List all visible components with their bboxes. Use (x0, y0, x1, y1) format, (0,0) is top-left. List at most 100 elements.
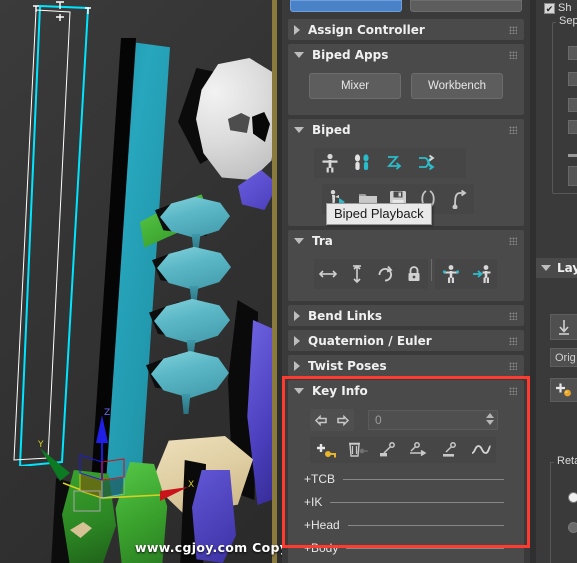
rollout-title: Tra (312, 233, 333, 248)
subrollout-ik[interactable]: +IK (304, 492, 516, 512)
chevron-down-icon (541, 265, 551, 271)
transform-gizmo[interactable]: Z Y X (18, 395, 208, 525)
subrollout-label: +IK (304, 495, 323, 509)
tooltip: Biped Playback (326, 203, 432, 225)
chevron-down-icon (294, 387, 304, 394)
delete-key-icon[interactable] (341, 436, 372, 464)
footstep-mode-icon[interactable] (346, 149, 378, 177)
workbench-button[interactable]: Workbench (411, 73, 503, 99)
separator-line (346, 547, 504, 549)
group-button-1[interactable] (568, 46, 577, 60)
key-info-highlight-wrapper: Key Info 0 +TCB +IK +Head +Body (282, 376, 530, 563)
rollout-biped-apps[interactable]: Biped Apps Mixer Workbench (288, 44, 524, 115)
set-key-icon[interactable] (310, 436, 341, 464)
separation-group-caption: Sep (556, 15, 577, 27)
separator-line (347, 524, 504, 526)
top-button-row (282, 0, 530, 12)
chevron-right-icon (294, 360, 300, 371)
panel-separator (530, 0, 536, 563)
secondary-panel: ✔ Sh Sep Laye Orig Reta (530, 0, 577, 563)
show-checkbox-row[interactable]: ✔ Sh (544, 2, 571, 14)
spine-disc-4[interactable] (151, 350, 229, 398)
spine-disc-2[interactable] (157, 246, 231, 290)
rollout-twist-poses[interactable]: Twist Poses (288, 355, 524, 376)
rollout-title: Quaternion / Euler (308, 333, 432, 348)
perspective-viewport[interactable]: Z Y X (0, 0, 277, 563)
subrollout-tcb[interactable]: +TCB (304, 469, 516, 489)
drag-grip-icon[interactable] (509, 237, 517, 245)
drag-grip-icon[interactable] (509, 387, 517, 395)
selected-mode-button[interactable] (290, 0, 402, 12)
body-horizontal-icon[interactable] (314, 260, 343, 288)
drag-grip-icon[interactable] (509, 26, 517, 34)
chevron-down-icon (294, 237, 304, 244)
subrollout-body[interactable]: +Body (304, 538, 516, 558)
subrollout-label: +TCB (304, 472, 336, 486)
svg-text:Z: Z (104, 408, 110, 418)
key-tools-toolbar (310, 437, 496, 463)
symmetrical-tracks-icon[interactable] (435, 260, 466, 288)
drag-grip-icon[interactable] (509, 362, 517, 370)
set-sliding-key-icon[interactable] (403, 436, 434, 464)
svg-text:X: X (188, 480, 194, 490)
rollout-title: Key Info (312, 383, 368, 398)
application-window: Z Y X www.cgjoy.com Copyright to authors (0, 0, 577, 563)
move-all-mode-icon[interactable] (444, 185, 474, 213)
chevron-right-icon (294, 310, 300, 321)
chevron-right-icon (294, 335, 300, 346)
rollout-key-info[interactable]: Key Info 0 +TCB +IK +Head +Body (288, 380, 524, 563)
drag-grip-icon[interactable] (509, 312, 517, 320)
drag-grip-icon[interactable] (509, 337, 517, 345)
command-panel: Assign Controller Biped Apps Mixer Workb… (282, 0, 530, 563)
group-button-4[interactable] (568, 120, 577, 134)
figure-mode-icon[interactable] (314, 149, 346, 177)
subrollout-head[interactable]: +Head (304, 515, 516, 535)
drag-grip-icon[interactable] (509, 51, 517, 59)
opposite-tracks-icon[interactable] (466, 260, 497, 288)
group-field[interactable] (568, 166, 577, 186)
mixer-button[interactable]: Mixer (309, 73, 401, 99)
checkbox-checked-icon[interactable]: ✔ (544, 2, 555, 14)
rollout-quaternion-euler[interactable]: Quaternion / Euler (288, 330, 524, 351)
key-frame-spinner[interactable]: 0 (368, 410, 498, 430)
chevron-down-icon (294, 126, 304, 133)
rollout-title: Biped Apps (312, 47, 389, 62)
snap-down-icon (559, 320, 569, 335)
previous-key-icon[interactable] (310, 409, 332, 431)
set-planted-key-icon[interactable] (372, 436, 403, 464)
layer-name-field[interactable]: Orig (550, 348, 577, 367)
radio-option-1[interactable] (568, 492, 577, 503)
alternate-mode-button[interactable] (410, 0, 522, 12)
body-rotation-icon[interactable] (371, 260, 400, 288)
next-key-icon[interactable] (332, 409, 354, 431)
subrollout-label: +Body (304, 541, 339, 555)
svg-text:Y: Y (37, 440, 44, 450)
subrollout-label: +Head (304, 518, 340, 532)
mixer-mode-icon[interactable] (410, 149, 442, 177)
spinner-arrows-icon[interactable] (486, 413, 494, 425)
rollout-track-selection[interactable]: Tra (288, 230, 524, 301)
body-vertical-icon[interactable] (343, 260, 372, 288)
chevron-down-icon (294, 51, 304, 58)
group-button-3[interactable] (568, 98, 577, 112)
radio-option-2[interactable] (568, 522, 577, 533)
snap-down-button[interactable] (550, 314, 577, 340)
lock-com-keying-icon[interactable] (400, 260, 429, 288)
drag-grip-icon[interactable] (509, 126, 517, 134)
trajectories-icon[interactable] (465, 436, 496, 464)
rollout-bend-links[interactable]: Bend Links (288, 305, 524, 326)
group-button-2[interactable] (568, 72, 577, 86)
set-free-key-icon[interactable] (434, 436, 465, 464)
add-layer-button[interactable] (550, 378, 577, 402)
rollout-assign-controller[interactable]: Assign Controller (288, 19, 524, 40)
rollout-title: Bend Links (308, 308, 383, 323)
rollout-layers[interactable]: Laye (536, 258, 577, 278)
biped-mode-toolbar (314, 148, 466, 178)
motion-flow-mode-icon[interactable] (378, 149, 410, 177)
rollout-title: Laye (557, 261, 577, 275)
rollout-title: Biped (312, 122, 351, 137)
retargeting-group-box (550, 462, 577, 563)
spine-disc-3[interactable] (154, 298, 230, 344)
key-frame-value: 0 (375, 413, 382, 427)
track-selection-toolbar (314, 259, 516, 289)
